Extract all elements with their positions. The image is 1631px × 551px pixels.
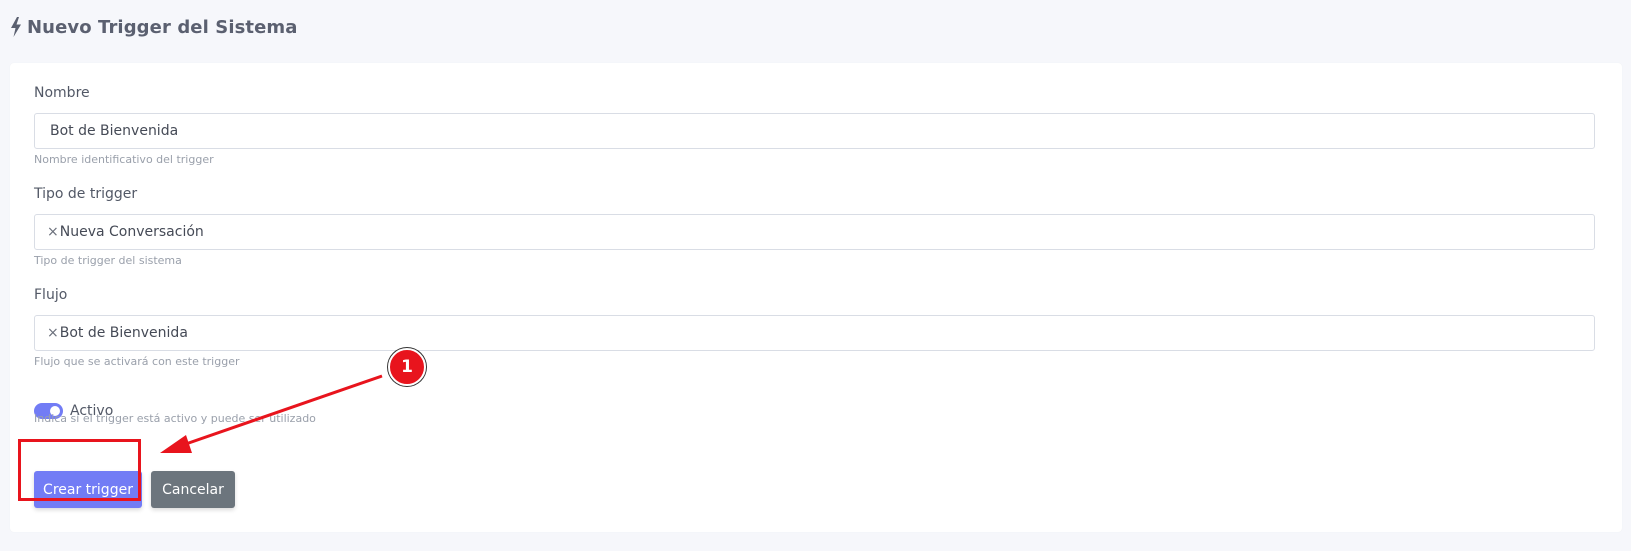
annotation-arrow: [160, 374, 383, 453]
annotation-step-badge: 1: [388, 348, 426, 386]
